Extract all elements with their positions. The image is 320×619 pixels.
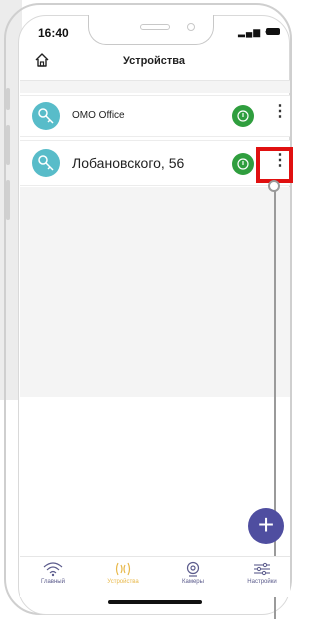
tab-settings[interactable]: Настройки bbox=[232, 561, 292, 585]
add-device-button[interactable]: + bbox=[248, 508, 284, 544]
tab-devices[interactable]: Устройства bbox=[93, 561, 153, 585]
phone-camera bbox=[187, 23, 195, 31]
highlight-box bbox=[256, 147, 293, 183]
wifi-icon bbox=[43, 562, 63, 577]
battery-icon bbox=[266, 28, 280, 35]
status-time: 16:40 bbox=[38, 26, 69, 40]
power-icon[interactable] bbox=[232, 153, 254, 175]
phone-side-button bbox=[6, 125, 10, 165]
phone-speaker bbox=[140, 24, 170, 30]
camera-icon bbox=[186, 561, 200, 577]
tab-label: Устройства bbox=[107, 579, 139, 585]
tab-bar: Главный Устройства Камеры Настройки bbox=[20, 556, 290, 597]
tab-label: Главный bbox=[41, 579, 65, 585]
content-area bbox=[20, 187, 290, 397]
device-row[interactable]: Лобановского, 56 ⋮ bbox=[20, 140, 290, 186]
pointer-line bbox=[274, 183, 276, 619]
more-options-icon[interactable]: ⋮ bbox=[272, 104, 288, 124]
list-spacer bbox=[20, 81, 290, 93]
power-icon[interactable] bbox=[232, 105, 254, 127]
tab-home[interactable]: Главный bbox=[23, 561, 83, 585]
phone-notch bbox=[88, 15, 214, 45]
tab-label: Настройки bbox=[247, 579, 277, 585]
device-row[interactable]: OMO Office ⋮ bbox=[20, 95, 290, 137]
tab-cameras[interactable]: Камеры bbox=[163, 561, 223, 585]
pointer-dot bbox=[268, 180, 280, 192]
device-name: OMO Office bbox=[72, 110, 125, 121]
tab-label: Камеры bbox=[182, 579, 204, 585]
page-title: Устройства bbox=[122, 55, 186, 67]
devices-icon bbox=[115, 562, 131, 576]
phone-side-button bbox=[6, 180, 10, 220]
device-name: Лобановского, 56 bbox=[72, 155, 185, 171]
header: Устройства bbox=[20, 50, 288, 76]
key-icon bbox=[32, 102, 60, 130]
key-icon bbox=[32, 149, 60, 177]
phone-side-button bbox=[6, 88, 10, 110]
home-indicator bbox=[108, 600, 202, 604]
sliders-icon bbox=[254, 562, 270, 576]
